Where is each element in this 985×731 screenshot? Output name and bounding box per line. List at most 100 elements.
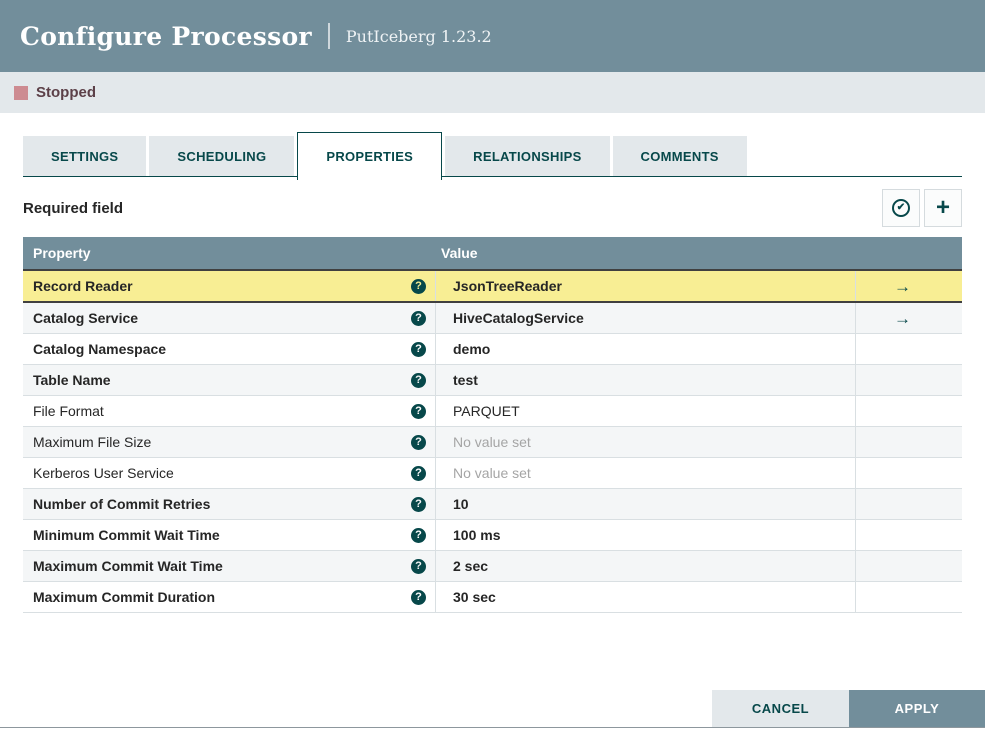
value-cell[interactable]: 10 — [435, 489, 855, 519]
tab-properties[interactable]: PROPERTIES — [297, 132, 443, 180]
title-separator — [327, 23, 330, 49]
stopped-status-icon — [14, 85, 28, 100]
cancel-button[interactable]: CANCEL — [712, 690, 849, 727]
tab-label: COMMENTS — [640, 148, 719, 164]
goto-service-arrow-icon[interactable]: → — [894, 310, 911, 327]
table-row: Maximum Commit Wait Time ? 2 sec — [23, 551, 962, 582]
help-icon[interactable]: ? — [411, 465, 426, 481]
help-icon[interactable]: ? — [411, 278, 426, 294]
goto-cell: → — [855, 303, 962, 333]
value-cell[interactable]: 30 sec — [435, 582, 855, 612]
property-cell: Catalog Service ? — [23, 303, 435, 333]
goto-cell — [855, 427, 962, 457]
goto-cell — [855, 520, 962, 550]
property-cell: Record Reader ? — [23, 271, 435, 301]
help-icon[interactable]: ? — [411, 403, 426, 419]
help-icon[interactable]: ? — [411, 341, 426, 357]
property-name: Catalog Service — [33, 310, 139, 326]
table-row: Minimum Commit Wait Time ? 100 ms — [23, 520, 962, 551]
goto-cell — [855, 458, 962, 488]
goto-cell — [855, 582, 962, 612]
goto-cell — [855, 396, 962, 426]
table-row: Maximum File Size ? No value set — [23, 427, 962, 458]
property-name: Minimum Commit Wait Time — [33, 527, 220, 543]
verify-properties-button[interactable]: ✔ — [882, 189, 920, 227]
property-cell: Table Name ? — [23, 365, 435, 395]
property-name: Table Name — [33, 372, 111, 388]
property-cell: Maximum Commit Wait Time ? — [23, 551, 435, 581]
tab-relationships[interactable]: RELATIONSHIPS — [445, 136, 610, 176]
help-icon[interactable]: ? — [411, 558, 426, 574]
table-body: Record Reader ? JsonTreeReader → Catalog… — [23, 269, 962, 613]
property-name: Maximum Commit Duration — [33, 589, 216, 605]
help-icon[interactable]: ? — [411, 434, 426, 450]
property-name: Maximum File Size — [33, 434, 152, 450]
table-toolbar-row: Required field ✔ + — [23, 189, 962, 227]
value-cell[interactable]: demo — [435, 334, 855, 364]
table-row: Record Reader ? JsonTreeReader → — [23, 269, 962, 303]
goto-cell — [855, 489, 962, 519]
help-icon[interactable]: ? — [411, 496, 426, 512]
help-icon[interactable]: ? — [411, 527, 426, 543]
properties-table: Property Value Record Reader ? JsonTreeR… — [23, 237, 962, 613]
value-cell[interactable]: 2 sec — [435, 551, 855, 581]
tab-bar: SETTINGS SCHEDULING PROPERTIES RELATIONS… — [23, 131, 962, 180]
goto-cell: → — [855, 271, 962, 301]
value-cell[interactable]: No value set — [435, 427, 855, 457]
property-cell: File Format ? — [23, 396, 435, 426]
add-property-button[interactable]: + — [924, 189, 962, 227]
goto-cell — [855, 551, 962, 581]
tab-settings[interactable]: SETTINGS — [23, 136, 147, 176]
column-header-property: Property — [33, 245, 91, 261]
value-cell[interactable]: PARQUET — [435, 396, 855, 426]
status-label: Stopped — [36, 84, 96, 101]
value-cell[interactable]: 100 ms — [435, 520, 855, 550]
tab-label: SCHEDULING — [177, 148, 267, 164]
property-cell: Maximum Commit Duration ? — [23, 582, 435, 612]
goto-cell — [855, 365, 962, 395]
column-header-value: Value — [441, 245, 478, 261]
value-cell[interactable]: HiveCatalogService — [435, 303, 855, 333]
property-cell: Number of Commit Retries ? — [23, 489, 435, 519]
check-circle-icon: ✔ — [892, 199, 910, 217]
property-toolbar: ✔ + — [882, 189, 962, 227]
table-row: Kerberos User Service ? No value set — [23, 458, 962, 489]
table-row: Catalog Namespace ? demo — [23, 334, 962, 365]
value-cell[interactable]: JsonTreeReader — [435, 271, 855, 301]
status-bar: Stopped — [0, 72, 985, 113]
tab-scheduling[interactable]: SCHEDULING — [149, 136, 295, 176]
property-cell: Maximum File Size ? — [23, 427, 435, 457]
property-cell: Minimum Commit Wait Time ? — [23, 520, 435, 550]
processor-type-version: PutIceberg 1.23.2 — [345, 26, 492, 46]
apply-button[interactable]: APPLY — [849, 690, 985, 727]
table-header: Property Value — [23, 237, 962, 269]
dialog-footer: CANCEL APPLY — [712, 690, 985, 727]
table-row: Maximum Commit Duration ? 30 sec — [23, 582, 962, 613]
goto-cell — [855, 334, 962, 364]
help-icon[interactable]: ? — [411, 589, 426, 605]
property-cell: Catalog Namespace ? — [23, 334, 435, 364]
dialog-bottom-edge — [0, 727, 985, 728]
property-name: Number of Commit Retries — [33, 496, 211, 512]
table-row: File Format ? PARQUET — [23, 396, 962, 427]
property-name: Record Reader — [33, 278, 133, 294]
table-row: Table Name ? test — [23, 365, 962, 396]
plus-icon: + — [935, 194, 950, 221]
required-field-label: Required field — [23, 199, 124, 217]
help-icon[interactable]: ? — [411, 310, 426, 326]
property-name: File Format — [33, 403, 104, 419]
value-cell[interactable]: test — [435, 365, 855, 395]
tab-comments[interactable]: COMMENTS — [612, 136, 747, 176]
property-cell: Kerberos User Service ? — [23, 458, 435, 488]
tab-label: RELATIONSHIPS — [473, 148, 582, 164]
property-name: Maximum Commit Wait Time — [33, 558, 223, 574]
table-row: Number of Commit Retries ? 10 — [23, 489, 962, 520]
tab-label: PROPERTIES — [326, 149, 414, 164]
property-name: Catalog Namespace — [33, 341, 167, 357]
tab-label: SETTINGS — [51, 148, 119, 164]
table-row: Catalog Service ? HiveCatalogService → — [23, 303, 962, 334]
goto-service-arrow-icon[interactable]: → — [894, 278, 911, 295]
dialog-title: Configure Processor — [20, 21, 312, 51]
help-icon[interactable]: ? — [411, 372, 426, 388]
value-cell[interactable]: No value set — [435, 458, 855, 488]
